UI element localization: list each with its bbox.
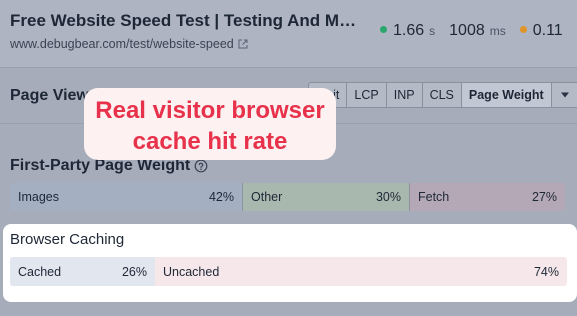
site-url[interactable]: www.debugbear.com/test/website-speed [10, 37, 248, 51]
first-party-weight-bar: Images 42% Other 30% Fetch 27% [10, 183, 565, 211]
page-view-title-text: Page View [10, 87, 89, 104]
metric-unit: ms [489, 24, 506, 38]
tab-dropdown[interactable] [552, 83, 577, 107]
segment-percent: 42% [208, 190, 234, 204]
segment-label: Uncached [163, 264, 220, 279]
segment-label: Cached [18, 264, 62, 279]
metric-cls[interactable]: 0.11 [519, 22, 563, 40]
weight-segment-other[interactable]: Other 30% [243, 183, 410, 211]
weight-segment-fetch[interactable]: Fetch 27% [410, 183, 565, 211]
callout-line-2: cache hit rate [132, 128, 288, 155]
metric-value: 1.66 [393, 22, 425, 39]
cache-segment-uncached[interactable]: Uncached 74% [155, 257, 567, 286]
status-dot-icon [380, 26, 387, 33]
weight-segment-images[interactable]: Images 42% [10, 183, 243, 211]
metric-value: 0.11 [532, 22, 563, 39]
segment-label: Images [18, 190, 59, 204]
metric-unit: s [429, 24, 436, 38]
metric-inp[interactable]: 1008 ms [449, 22, 506, 40]
tab-cls[interactable]: CLS [423, 83, 462, 107]
segment-label: Fetch [418, 190, 450, 204]
segment-label: Other [251, 190, 283, 204]
help-icon[interactable] [194, 159, 208, 173]
site-title[interactable]: Free Website Speed Test | Testing And Mo… [10, 11, 362, 31]
browser-caching-bar: Cached 26% Uncached 74% [10, 257, 567, 286]
metric-lcp[interactable]: 1.66 s [380, 22, 435, 40]
callout-text: Real visitor browser cache hit rate [84, 95, 336, 157]
site-url-text: www.debugbear.com/test/website-speed [10, 37, 234, 51]
status-dot-icon [519, 26, 527, 33]
external-link-icon [238, 39, 248, 49]
segment-percent: 27% [531, 190, 557, 204]
segment-percent: 26% [121, 264, 147, 279]
cache-segment-cached[interactable]: Cached 26% [10, 257, 155, 286]
tab-inp[interactable]: INP [387, 83, 423, 107]
metrics-summary: 1.66 s 1008 ms 0.11 [380, 22, 563, 40]
metric-value: 1008 [449, 22, 485, 39]
page-view-tabs: Visit LCP INP CLS Page Weight [308, 82, 577, 108]
segment-percent: 30% [375, 190, 401, 204]
chevron-down-icon [560, 91, 570, 99]
callout-line-1: Real visitor browser [95, 97, 325, 124]
tab-lcp[interactable]: LCP [347, 83, 387, 107]
page-header: Free Website Speed Test | Testing And Mo… [0, 0, 577, 68]
browser-caching-title: Browser Caching [10, 231, 125, 248]
segment-percent: 74% [533, 264, 559, 279]
tab-page-weight[interactable]: Page Weight [461, 83, 552, 107]
